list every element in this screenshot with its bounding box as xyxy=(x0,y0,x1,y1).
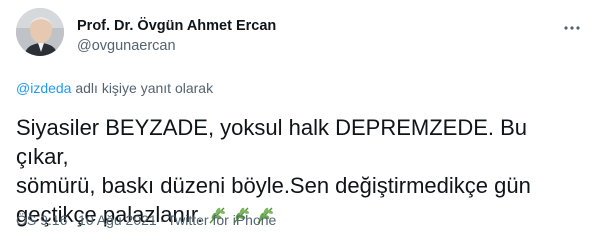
reply-context-text: adlı kişiye yanıt olarak xyxy=(71,80,214,96)
reply-context: @izdeda adlı kişiye yanıt olarak xyxy=(16,80,213,96)
tweet-text-line: Siyasiler BEYZADE, yoksul halk DEPREMZED… xyxy=(16,115,528,169)
meta-separator: · xyxy=(159,212,165,228)
tweet-meta: ÖS 9:16 · 10 Ağu 2021 · Twitter for iPhone xyxy=(16,212,276,228)
tweet-text-line: sömürü, baskı düzeni böyle.Sen değiştirm… xyxy=(16,173,531,198)
tweet-date[interactable]: 10 Ağu 2021 xyxy=(78,212,157,228)
tweet-time[interactable]: ÖS 9:16 xyxy=(16,212,67,228)
author-avatar[interactable] xyxy=(16,8,64,56)
author-handle[interactable]: @ovgunaercan xyxy=(77,38,176,54)
tweet-source: Twitter for iPhone xyxy=(167,212,277,228)
reply-mention-link[interactable]: @izdeda xyxy=(16,80,71,96)
avatar-photo xyxy=(16,8,64,56)
tweet-card: Prof. Dr. Övgün Ahmet Ercan @ovgunaercan… xyxy=(0,0,599,249)
meta-separator: · xyxy=(70,212,76,228)
author-display-name[interactable]: Prof. Dr. Övgün Ahmet Ercan xyxy=(77,18,276,34)
more-options-icon[interactable] xyxy=(560,16,584,40)
